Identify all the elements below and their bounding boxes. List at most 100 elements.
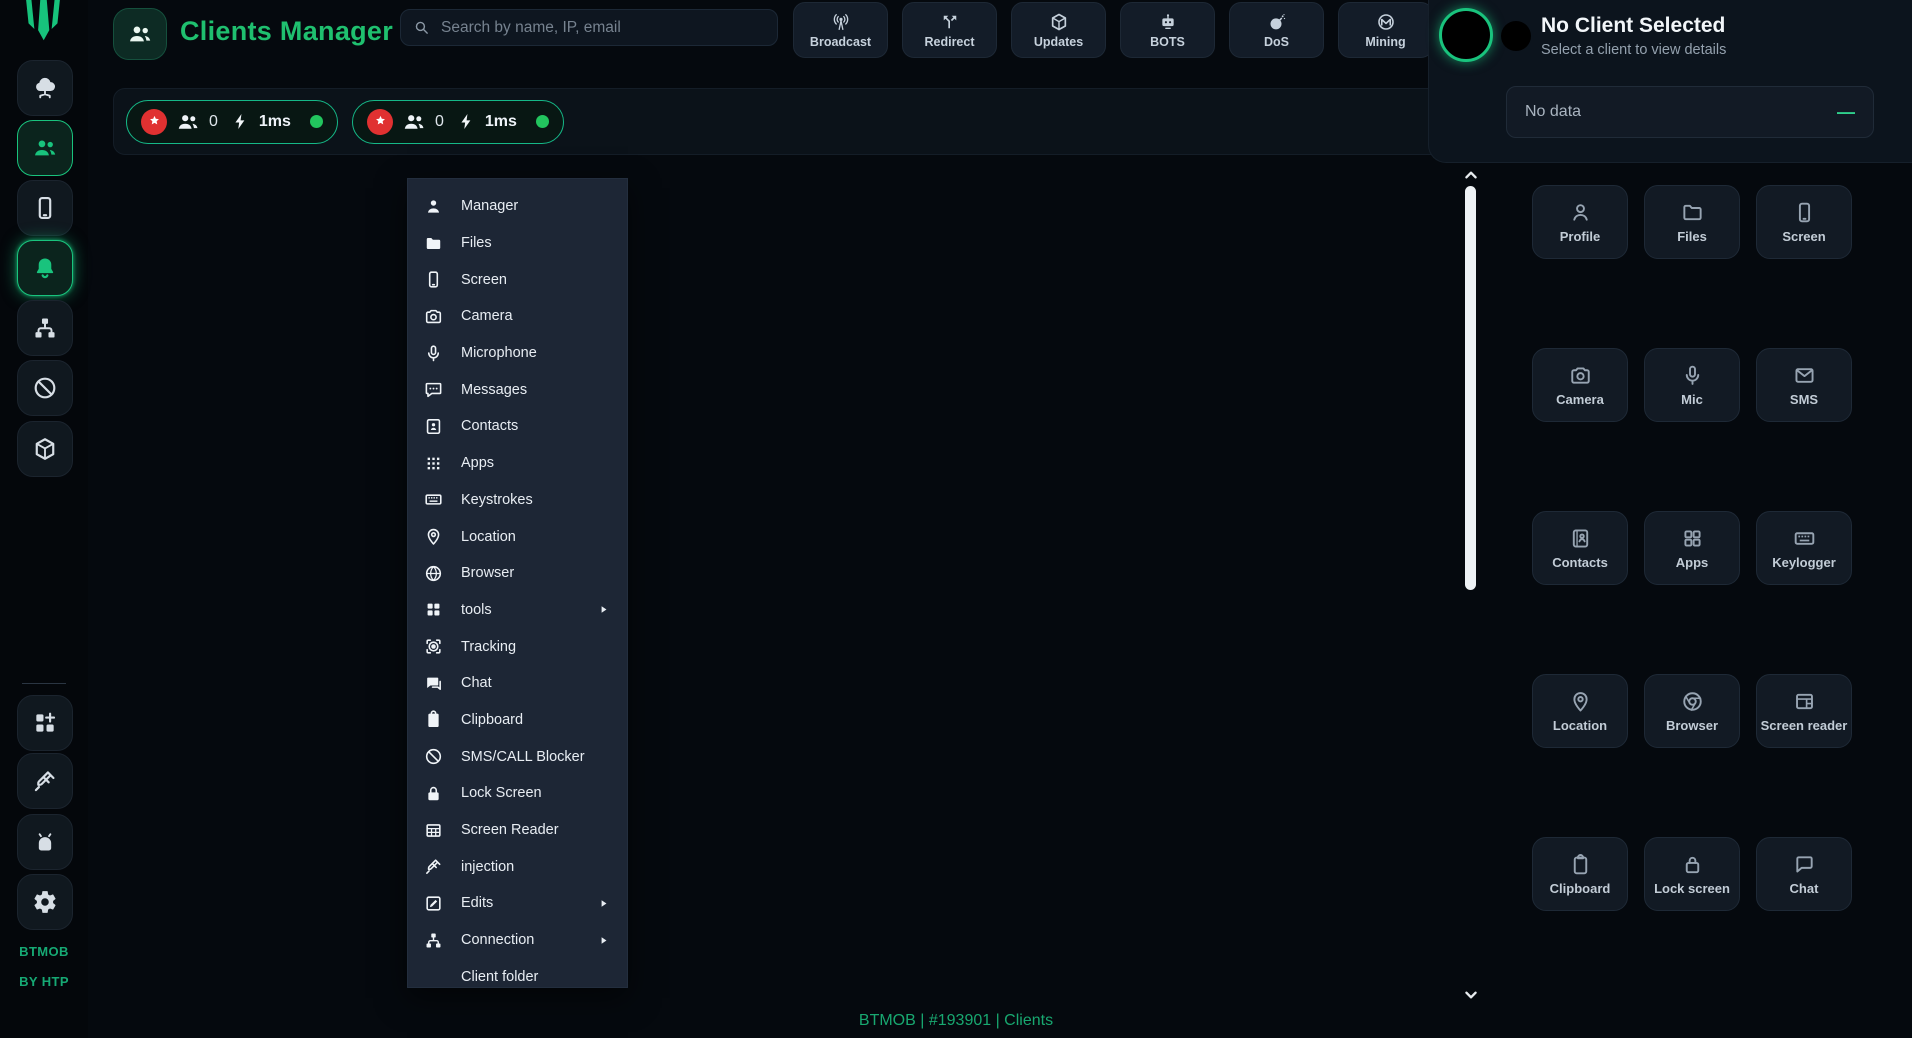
table-icon <box>424 821 443 840</box>
mining-button[interactable]: Mining <box>1338 2 1433 58</box>
camera-button[interactable]: Camera <box>1532 348 1628 422</box>
package-download-icon <box>32 436 58 462</box>
button-label: Screen <box>1782 228 1826 244</box>
browser-button[interactable]: Browser <box>1644 674 1740 748</box>
menu-item-clipboard[interactable]: Clipboard <box>408 702 627 739</box>
updates-button[interactable]: Updates <box>1011 2 1106 58</box>
client-avatar[interactable] <box>1439 8 1493 62</box>
contacts-button[interactable]: Contacts <box>1532 511 1628 585</box>
menu-item-screen[interactable]: Screen <box>408 261 627 298</box>
android-icon <box>32 829 58 855</box>
menu-item-tracking[interactable]: Tracking <box>408 628 627 665</box>
button-label: Profile <box>1559 228 1601 244</box>
folder-icon <box>424 234 443 253</box>
sidebar-divider <box>22 683 66 684</box>
menu-item-manager[interactable]: Manager <box>408 188 627 225</box>
menu-item-chat[interactable]: Chat <box>408 665 627 702</box>
sidebar-item-blocker[interactable] <box>17 360 73 416</box>
sidebar-item-notifications[interactable] <box>17 240 73 296</box>
apps-button[interactable]: Apps <box>1644 511 1740 585</box>
menu-item-microphone[interactable]: Microphone <box>408 335 627 372</box>
people-icon <box>32 135 58 161</box>
profile-button[interactable]: Profile <box>1532 185 1628 259</box>
files-button[interactable]: Files <box>1644 185 1740 259</box>
location-pin-icon <box>1569 690 1592 713</box>
sidebar-item-settings[interactable] <box>17 874 73 930</box>
bots-button[interactable]: BOTS <box>1120 2 1215 58</box>
sidebar-item-android[interactable] <box>17 814 73 870</box>
server-status-pill-1[interactable]: 0 1ms <box>126 99 338 144</box>
chat-button[interactable]: Chat <box>1756 837 1852 911</box>
sidebar-item-network[interactable] <box>17 300 73 356</box>
sidebar-item-device[interactable] <box>17 180 73 236</box>
menu-item-messages[interactable]: Messages <box>408 371 627 408</box>
brand-line2: BY HTP <box>19 974 69 989</box>
no-data-indicator: — <box>1837 101 1855 122</box>
client-avatar-secondary <box>1501 21 1531 51</box>
microphone-icon <box>1681 364 1704 387</box>
server-status-pill-2[interactable]: 0 1ms <box>352 99 564 144</box>
syringe-icon <box>32 768 58 794</box>
search-input[interactable] <box>439 17 765 38</box>
menu-item-label: injection <box>461 858 515 875</box>
menu-item-browser[interactable]: Browser <box>408 555 627 592</box>
dos-button[interactable]: DoS <box>1229 2 1324 58</box>
block-icon <box>424 747 443 766</box>
menu-item-contacts[interactable]: Contacts <box>408 408 627 445</box>
sidebar-item-apps[interactable] <box>17 695 73 751</box>
screen-button[interactable]: Screen <box>1756 185 1852 259</box>
no-data-bar[interactable]: No data — <box>1506 86 1874 138</box>
smartphone-icon <box>1793 201 1816 224</box>
people-icon <box>127 21 153 47</box>
menu-item-apps[interactable]: Apps <box>408 445 627 482</box>
btmob-logo-icon <box>14 0 72 50</box>
latency-value: 1ms <box>484 112 517 130</box>
button-label: Contacts <box>1552 554 1608 570</box>
sidebar-item-injection[interactable] <box>17 753 73 809</box>
menu-item-sms-call-blocker[interactable]: SMS/CALL Blocker <box>408 738 627 775</box>
sidebar-item-updates[interactable] <box>17 421 73 477</box>
location-button[interactable]: Location <box>1532 674 1628 748</box>
menu-item-lock-screen[interactable]: Lock Screen <box>408 775 627 812</box>
broadcast-button[interactable]: Broadcast <box>793 2 888 58</box>
mic-button[interactable]: Mic <box>1644 348 1740 422</box>
menu-item-label: Browser <box>461 565 515 582</box>
lock-screen-button[interactable]: Lock screen <box>1644 837 1740 911</box>
chat-icon <box>424 674 443 693</box>
chevron-up-icon[interactable] <box>1460 164 1482 186</box>
cloud-share-icon <box>32 75 58 101</box>
menu-item-connection[interactable]: Connection <box>408 922 627 959</box>
menu-item-location[interactable]: Location <box>408 518 627 555</box>
keylogger-button[interactable]: Keylogger <box>1756 511 1852 585</box>
lock-icon <box>1681 853 1704 876</box>
clients-manager-logo-button[interactable] <box>113 8 167 60</box>
redirect-icon <box>940 12 960 32</box>
menu-item-client-folder[interactable]: Client folder <box>408 958 627 995</box>
chevron-down-icon[interactable] <box>1460 984 1482 1006</box>
sidebar-item-clients[interactable] <box>17 120 73 176</box>
camera-icon <box>1569 364 1592 387</box>
menu-item-files[interactable]: Files <box>408 225 627 262</box>
button-label: Mic <box>1681 391 1703 407</box>
menu-item-keystrokes[interactable]: Keystrokes <box>408 482 627 519</box>
grid-row: Contacts Apps Keylogger <box>1532 511 1852 585</box>
menu-item-injection[interactable]: injection <box>408 848 627 885</box>
sidebar-item-cloud[interactable] <box>17 60 73 116</box>
brand-line1: BTMOB <box>19 944 69 959</box>
redirect-button[interactable]: Redirect <box>902 2 997 58</box>
submenu-arrow-icon <box>594 934 613 947</box>
scrollbar-thumb[interactable] <box>1465 186 1476 590</box>
menu-item-edits[interactable]: Edits <box>408 885 627 922</box>
menu-item-camera[interactable]: Camera <box>408 298 627 335</box>
button-label: Camera <box>1556 391 1604 407</box>
menu-item-tools[interactable]: tools <box>408 592 627 629</box>
screen-reader-button[interactable]: Screen reader <box>1756 674 1852 748</box>
table-icon <box>1793 690 1816 713</box>
folder-icon <box>1681 201 1704 224</box>
search-icon <box>413 19 430 36</box>
sms-button[interactable]: SMS <box>1756 348 1852 422</box>
client-panel-title: No Client Selected <box>1541 14 1726 37</box>
menu-item-label: Location <box>461 528 516 545</box>
menu-item-screen-reader[interactable]: Screen Reader <box>408 812 627 849</box>
clipboard-button[interactable]: Clipboard <box>1532 837 1628 911</box>
